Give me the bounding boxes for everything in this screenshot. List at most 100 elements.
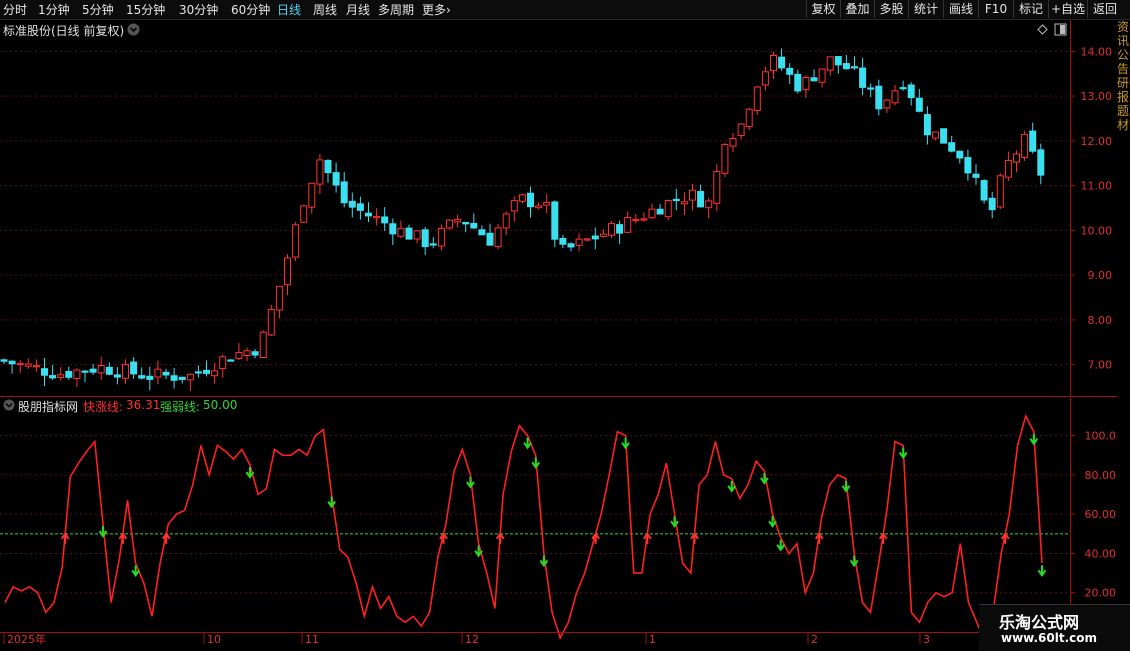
candle-down [899,87,907,90]
period-tab-weekly[interactable]: 周线 [313,1,337,18]
candle-down [980,180,988,201]
more-label: 更多 [422,3,447,17]
candle-up [996,175,1004,208]
period-tab-15min[interactable]: 15分钟 [126,1,165,18]
period-tab-60min[interactable]: 60分钟 [231,1,270,18]
candle-up [826,56,834,71]
candle-up [818,68,826,83]
f10-button[interactable]: F10 [978,0,1013,18]
add-watchlist-button[interactable]: +自选 [1048,0,1087,18]
sell-arrow-icon [898,447,908,460]
candle-up [802,76,810,91]
candle-down [81,370,89,373]
price-tick-label: 14.00 [1081,45,1113,58]
statistics-button[interactable]: 统计 [908,0,943,18]
time-axis-label: 3 [923,633,930,646]
candle-up [608,223,615,236]
candle-up [640,218,648,221]
candle-up [535,205,543,209]
mark-button[interactable]: 标记 [1013,0,1048,18]
side-info-strip[interactable]: 资讯公告研报题材 [1117,20,1130,396]
period-tab-5min[interactable]: 5分钟 [82,1,114,18]
candle-up [664,200,672,218]
candle-down [381,216,389,224]
candle-down [786,67,794,75]
period-tab-1min[interactable]: 1分钟 [38,1,70,18]
candle-up [397,227,405,237]
period-tab-minute[interactable]: 分时 [3,1,27,18]
adjust-button[interactable]: 复权 [806,0,840,18]
candle-up [543,202,551,206]
period-toolbar: 分时 1分钟 5分钟 15分钟 30分钟 60分钟 日线 周线 月线 多周期 更… [0,0,1130,20]
candle-down [462,222,470,225]
candle-up [154,368,162,378]
candle-down [389,223,397,235]
overlay-button[interactable]: 叠加 [840,0,874,18]
period-tab-daily[interactable]: 日线 [277,1,301,18]
period-tab-30min[interactable]: 30分钟 [179,1,218,18]
candle-up [753,86,761,111]
candle-down [616,224,624,234]
candle-up [932,131,939,139]
candle-down [672,198,680,202]
candle-down [567,243,575,248]
candle-down [551,201,559,240]
indicator-tick-label: 40.00 [1085,547,1117,560]
candle-up [259,331,267,358]
candle-down [65,371,73,378]
candle-up [73,369,81,379]
candle-down [41,368,48,376]
buy-arrow-icon [118,532,128,544]
indicator-tick-label: 100.0 [1085,430,1117,443]
period-tab-more[interactable]: 更多› [422,1,451,18]
candle-down [559,237,567,245]
candle-up [518,194,526,202]
candle-down [988,197,996,211]
candle-down [138,375,146,379]
candle-down [251,351,259,356]
period-tab-multi[interactable]: 多周期 [378,1,414,18]
candle-down [332,172,340,186]
price-tick-label: 11.00 [1081,180,1113,193]
candle-down [340,181,348,204]
multi-stock-button[interactable]: 多股 [874,0,908,18]
candle-down [697,191,705,208]
time-axis-label: 10 [207,633,221,646]
candle-up [575,238,583,246]
candle-down [0,359,8,362]
time-axis-label: 11 [305,633,319,646]
sell-arrow-icon [466,476,475,489]
candle-down [162,371,170,376]
price-tick-label: 10.00 [1081,224,1113,237]
candle-up [97,365,105,374]
period-tab-monthly[interactable]: 月线 [346,1,370,18]
candle-down [324,159,332,174]
candle-up [32,365,40,368]
candle-down [348,200,356,208]
candle-up [186,373,194,381]
candle-down [365,212,372,217]
indicator-chart[interactable]: 100.080.0060.0040.0020.00 2025年 10 11 12 1 2 3 [0,398,1130,650]
candle-up [1004,159,1012,178]
back-button[interactable]: 返回 [1087,0,1122,18]
sell-arrow-icon [1037,565,1047,578]
candle-down [146,375,154,380]
watermark-title: 乐淘公式网 [999,613,1080,632]
candle-up [437,227,445,247]
candle-up [235,351,243,359]
candle-down [1037,149,1045,176]
candle-up [770,55,777,72]
candle-up [373,216,381,219]
candle-up [729,138,737,147]
sell-arrow-icon [131,565,140,578]
candle-down [834,56,842,66]
candlestick-chart[interactable]: 14.00 13.00 12.00 11.00 10.00 9.00 8.00 7.00 [0,20,1117,398]
candle-down [178,376,186,381]
candle-up [891,90,899,104]
candle-down [486,232,494,246]
candle-down [356,203,364,211]
candle-down [972,173,980,178]
draw-line-button[interactable]: 画线 [943,0,978,18]
sell-arrow-icon [841,480,851,493]
candle-down [875,85,883,110]
